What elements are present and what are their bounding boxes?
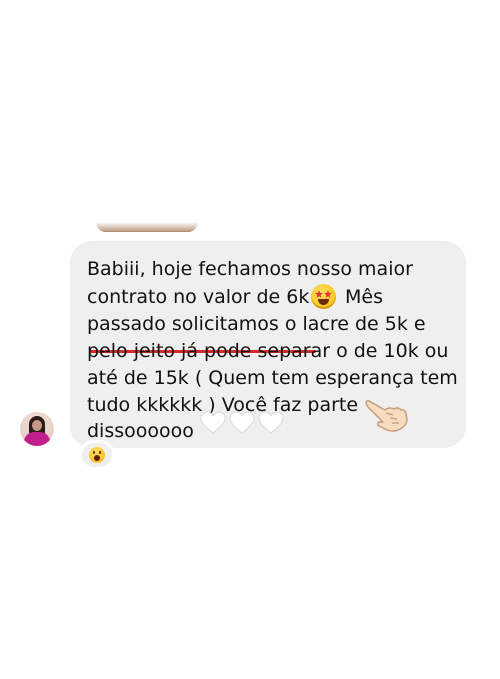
face-with-open-mouth-icon bbox=[89, 447, 105, 463]
previous-media-thumbnail[interactable] bbox=[96, 222, 198, 232]
white-heart-icon bbox=[258, 411, 284, 434]
message-line-4: pelo jeito já pode separar o de 10k ou bbox=[87, 340, 449, 362]
star-struck-icon bbox=[311, 284, 336, 309]
message-line-5: até de 15k ( Quem tem esperança tem bbox=[87, 367, 458, 389]
message-reaction[interactable] bbox=[79, 440, 115, 470]
message-line-1: Babiii, hoje fechamos nosso maior bbox=[87, 258, 413, 280]
message-bubble[interactable]: Babiii, hoje fechamos nosso maior contra… bbox=[70, 241, 466, 448]
message-line-2: contrato no valor de 6k bbox=[87, 284, 316, 353]
white-heart-icon bbox=[229, 411, 255, 434]
message-line-2b: Mês bbox=[345, 286, 383, 308]
highlighted-text: contrato no valor de 6k bbox=[87, 286, 310, 308]
backhand-index-pointing-left-icon bbox=[365, 400, 408, 432]
sender-avatar[interactable] bbox=[20, 412, 54, 446]
message-line-3: passado solicitamos o lacre de 5k e bbox=[87, 313, 426, 335]
white-heart-icon bbox=[200, 411, 226, 434]
